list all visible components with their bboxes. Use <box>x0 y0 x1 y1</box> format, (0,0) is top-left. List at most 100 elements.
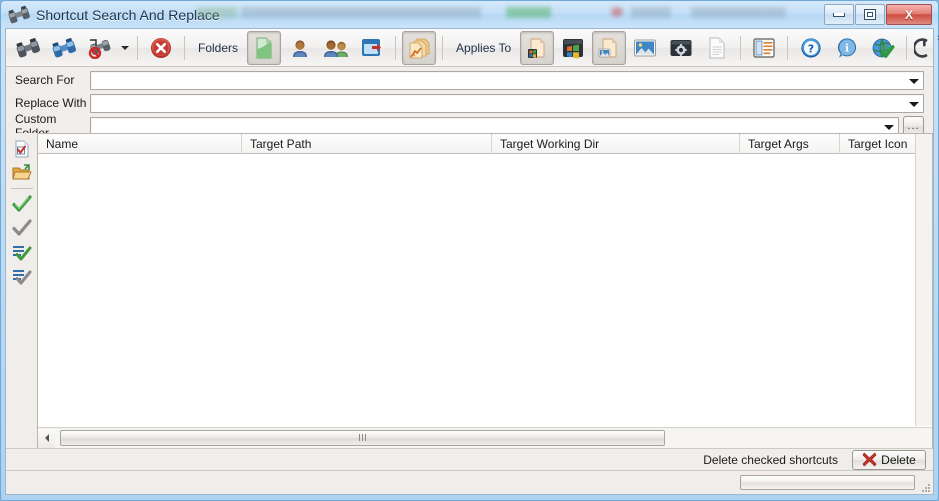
delete-hint-label: Delete checked shortcuts <box>703 452 838 467</box>
applies-windows-button[interactable] <box>556 31 590 65</box>
replace-with-input[interactable] <box>94 95 903 111</box>
custom-folder-input[interactable] <box>94 118 878 134</box>
folder-shortcuts-button[interactable] <box>402 30 437 65</box>
svg-text:?: ? <box>808 42 814 55</box>
power-icon <box>914 37 928 58</box>
check-updates-button[interactable] <box>866 31 900 65</box>
column-header-target-args[interactable]: Target Args <box>740 134 840 154</box>
check-selected-button[interactable] <box>9 240 35 264</box>
search-dark-button[interactable] <box>11 31 45 65</box>
column-header-target-working-dir[interactable]: Target Working Dir <box>492 134 740 154</box>
minimize-button[interactable] <box>824 4 854 25</box>
scroll-left-button[interactable] <box>38 428 55 448</box>
grid-horizontal-scrollbar[interactable] <box>38 427 932 448</box>
info-icon: i <box>838 37 857 58</box>
title-artifact <box>631 7 671 18</box>
grip-icon <box>359 434 366 441</box>
applies-shortcut-lnk-button[interactable] <box>520 30 555 65</box>
toolbar-separator <box>442 35 444 60</box>
folder-image-shortcut-icon <box>598 38 617 57</box>
check-all-button[interactable] <box>9 192 35 216</box>
settings-dark-icon <box>670 39 692 56</box>
grid-body[interactable] <box>38 154 932 426</box>
applies-document-button[interactable] <box>700 31 734 65</box>
folder-user-button[interactable] <box>283 31 317 65</box>
help-button[interactable]: ? <box>794 31 828 65</box>
scroll-track[interactable] <box>55 428 932 448</box>
search-blue-button[interactable] <box>47 31 81 65</box>
column-header-name[interactable]: Name <box>38 134 242 154</box>
window-title: Shortcut Search And Replace <box>36 6 220 23</box>
help-question-icon: ? <box>801 37 821 58</box>
chevron-down-icon[interactable] <box>884 124 894 130</box>
maximize-button[interactable] <box>855 4 885 25</box>
search-for-input[interactable] <box>94 72 903 88</box>
grid-vertical-scrollbar[interactable] <box>915 134 932 426</box>
list-details-icon <box>753 37 775 58</box>
resize-grip[interactable] <box>918 480 930 492</box>
open-folder-button[interactable] <box>9 161 35 185</box>
replace-with-row: Replace With <box>6 93 933 113</box>
windows-logo-dark-icon <box>563 38 584 59</box>
binoculars-dark-icon <box>16 37 40 57</box>
title-artifact <box>691 7 786 18</box>
replace-with-combo[interactable] <box>90 93 924 113</box>
shortcuts-grid[interactable]: Name Target Path Target Working Dir Targ… <box>38 133 933 448</box>
uncheck-all-button[interactable] <box>9 216 35 240</box>
status-bar <box>6 470 933 494</box>
picture-icon <box>634 39 657 56</box>
client-area: Folders Applies To ? i Search For Replac… <box>5 28 939 495</box>
check-all-document-button[interactable] <box>9 137 35 161</box>
check-gray-icon <box>11 219 32 236</box>
about-button[interactable]: i <box>830 31 864 65</box>
folder-windows-shortcut-icon <box>528 38 545 58</box>
title-artifact <box>197 7 237 18</box>
window-export-icon <box>362 38 382 56</box>
applies-image-button[interactable] <box>628 31 662 65</box>
uncheck-selected-button[interactable] <box>9 264 35 288</box>
red-x-icon <box>862 452 877 467</box>
single-user-icon <box>293 39 308 57</box>
orange-shortcut-stack-icon <box>409 38 430 58</box>
triangle-left-icon <box>44 434 49 442</box>
multiple-users-icon <box>324 39 349 57</box>
scroll-thumb[interactable] <box>60 429 665 446</box>
toolbar-separator <box>137 35 138 60</box>
column-header-target-path[interactable]: Target Path <box>242 134 492 154</box>
close-icon: X <box>904 7 913 22</box>
document-check-icon <box>15 140 28 158</box>
folders-label: Folders <box>198 40 239 55</box>
binoculars-blue-icon <box>52 37 76 57</box>
applies-settings-button[interactable] <box>664 31 698 65</box>
folder-custom-button[interactable] <box>355 31 389 65</box>
folder-current-button[interactable] <box>247 30 282 65</box>
checklist-gray-icon <box>12 270 31 285</box>
delete-button[interactable]: Delete <box>852 449 926 470</box>
toolbar-separator <box>906 35 908 60</box>
chevron-down-icon[interactable] <box>909 78 919 84</box>
search-options-dropdown[interactable] <box>118 32 132 64</box>
binoculars-icon <box>8 5 30 25</box>
exit-button[interactable] <box>913 31 935 65</box>
green-document-icon <box>256 37 272 58</box>
stop-button[interactable] <box>144 31 178 65</box>
check-green-icon <box>11 195 32 212</box>
window-controls: X <box>824 4 932 25</box>
svg-text:i: i <box>845 43 849 54</box>
folder-open-export-icon <box>11 164 32 180</box>
title-artifact <box>241 7 481 18</box>
search-disabled-button[interactable] <box>83 31 117 65</box>
document-blank-icon <box>709 37 725 58</box>
applies-internet-shortcut-button[interactable] <box>592 30 627 65</box>
list-view-button[interactable] <box>747 31 781 65</box>
title-bar[interactable]: Shortcut Search And Replace X <box>1 1 938 28</box>
grid-header: Name Target Path Target Working Dir Targ… <box>38 134 932 154</box>
search-for-combo[interactable] <box>90 70 924 90</box>
folder-all-users-button[interactable] <box>319 31 353 65</box>
list-actions-sidebar <box>6 133 38 448</box>
toolbar-separator <box>395 35 397 60</box>
chevron-down-icon <box>121 45 129 50</box>
chevron-down-icon[interactable] <box>909 101 919 107</box>
close-button[interactable]: X <box>886 4 932 25</box>
toolbar-separator <box>740 35 742 60</box>
